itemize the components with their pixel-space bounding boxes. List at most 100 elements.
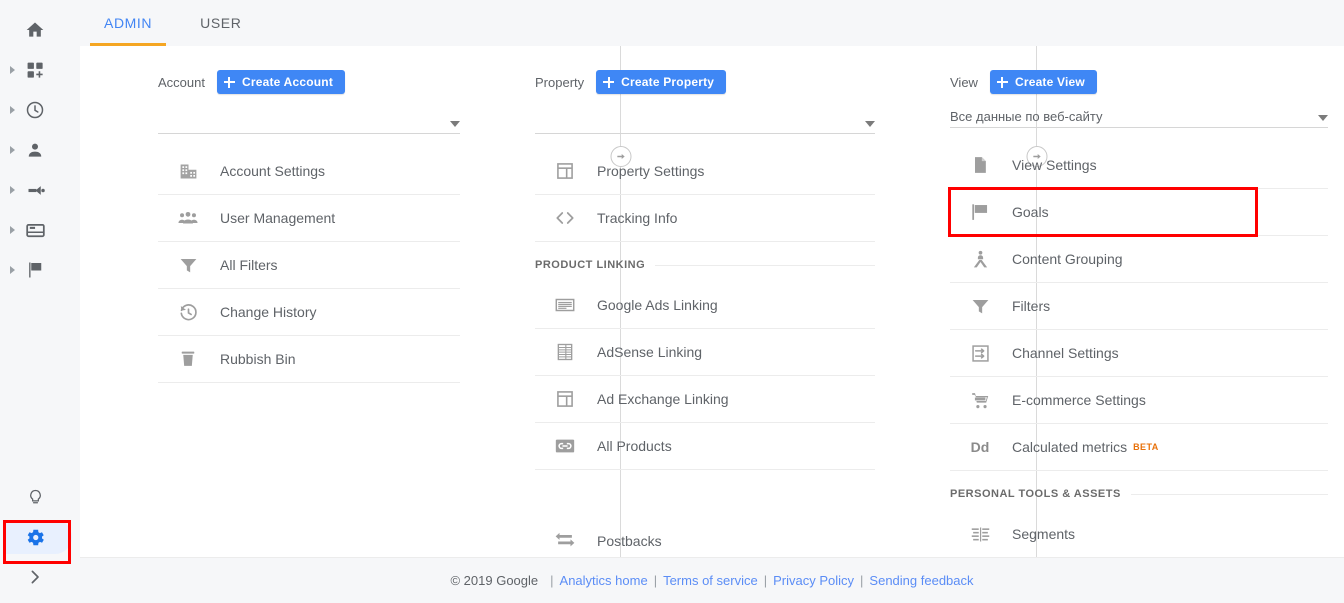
item-label: Property Settings (597, 163, 704, 179)
view-item-view-settings[interactable]: View Settings (950, 142, 1328, 189)
building-icon (176, 159, 200, 183)
funnel-icon (176, 253, 200, 277)
property-label: Property (535, 75, 584, 90)
people-icon (176, 206, 200, 230)
account-item-change-history[interactable]: Change History (158, 289, 460, 336)
plus-icon (224, 77, 235, 88)
property-section-product-linking: PRODUCT LINKING (535, 248, 875, 282)
flag-icon (968, 200, 992, 224)
caret-right-icon (10, 66, 15, 74)
property-menu-spacer (535, 470, 875, 518)
item-label: Calculated metrics (1012, 439, 1127, 455)
sidebar-item-customisation[interactable] (0, 50, 80, 90)
footer-link-analytics-home[interactable]: Analytics home (560, 573, 648, 588)
property-menu: Property Settings Tracking Info PRODUCT … (535, 148, 875, 557)
item-label: Change History (220, 304, 317, 320)
view-item-calculated-metrics[interactable]: Dd Calculated metrics BETA (950, 424, 1328, 471)
footer-separator: | (654, 573, 657, 588)
property-item-ad-exchange-linking[interactable]: Ad Exchange Linking (535, 376, 875, 423)
item-label: Google Ads Linking (597, 297, 718, 313)
sidebar-item-discover[interactable] (0, 477, 80, 517)
property-item-all-products[interactable]: All Products (535, 423, 875, 470)
view-item-content-grouping[interactable]: Content Grouping (950, 236, 1328, 283)
footer-separator: | (764, 573, 767, 588)
view-selector[interactable]: Все данные по веб-сайту (950, 102, 1328, 128)
clock-icon (24, 99, 46, 121)
sidebar-item-acquisition[interactable] (0, 170, 80, 210)
plus-icon (603, 77, 614, 88)
account-column-header: Account Create Account (158, 68, 460, 96)
property-item-adsense-linking[interactable]: AdSense Linking (535, 329, 875, 376)
item-label: Channel Settings (1012, 345, 1119, 361)
item-label: Segments (1012, 526, 1075, 542)
funnel-icon (968, 294, 992, 318)
analytics-admin-page: ADMIN USER Account Create (0, 0, 1344, 603)
property-column-header: Property Create Property (535, 68, 875, 96)
view-item-ecommerce-settings[interactable]: E-commerce Settings (950, 377, 1328, 424)
dashboard-add-icon (24, 59, 46, 81)
create-property-button[interactable]: Create Property (596, 70, 726, 94)
chevron-right-icon (24, 566, 46, 588)
tab-admin[interactable]: ADMIN (80, 0, 176, 46)
share-nodes-icon (24, 179, 46, 201)
home-icon (24, 19, 46, 41)
sidebar-item-audience[interactable] (0, 130, 80, 170)
account-label: Account (158, 75, 205, 90)
section-rule (655, 265, 875, 266)
create-property-label: Create Property (621, 75, 714, 89)
view-item-filters[interactable]: Filters (950, 283, 1328, 330)
account-item-account-settings[interactable]: Account Settings (158, 148, 460, 195)
create-account-label: Create Account (242, 75, 333, 89)
property-item-property-settings[interactable]: Property Settings (535, 148, 875, 195)
item-label: Tracking Info (597, 210, 677, 226)
lightbulb-icon (24, 486, 46, 508)
sidebar-item-home[interactable] (0, 10, 80, 50)
footer-separator: | (860, 573, 863, 588)
footer-link-privacy[interactable]: Privacy Policy (773, 573, 854, 588)
layout-icon (553, 159, 577, 183)
sidebar-item-realtime[interactable] (0, 90, 80, 130)
chevron-down-icon (865, 121, 875, 127)
ad-exchange-icon (553, 387, 577, 411)
footer-link-terms[interactable]: Terms of service (663, 573, 758, 588)
caret-right-icon (10, 226, 15, 234)
sidebar-item-behaviour[interactable] (0, 210, 80, 250)
flag-icon (24, 259, 46, 281)
item-label: All Products (597, 438, 672, 454)
sidebar-item-conversions[interactable] (0, 250, 80, 290)
account-item-all-filters[interactable]: All Filters (158, 242, 460, 289)
view-item-channel-settings[interactable]: Channel Settings (950, 330, 1328, 377)
property-selector[interactable] (535, 108, 875, 134)
account-item-user-management[interactable]: User Management (158, 195, 460, 242)
caret-right-icon (10, 146, 15, 154)
section-rule (1131, 494, 1328, 495)
view-menu: View Settings Goals (950, 142, 1328, 557)
caret-right-icon (10, 186, 15, 194)
create-view-button[interactable]: Create View (990, 70, 1097, 94)
property-item-postbacks[interactable]: Postbacks (535, 518, 875, 557)
item-label: Content Grouping (1012, 251, 1123, 267)
sidebar-item-admin[interactable] (0, 517, 80, 557)
tab-user[interactable]: USER (176, 0, 265, 46)
document-icon (968, 153, 992, 177)
sidebar-item-expand[interactable] (0, 557, 80, 597)
view-item-segments[interactable]: Segments (950, 511, 1328, 557)
code-brackets-icon (553, 206, 577, 230)
trash-icon (176, 347, 200, 371)
property-item-google-ads-linking[interactable]: Google Ads Linking (535, 282, 875, 329)
channel-icon (968, 341, 992, 365)
account-item-rubbish-bin[interactable]: Rubbish Bin (158, 336, 460, 383)
beta-badge: BETA (1133, 442, 1158, 452)
card-icon (24, 219, 46, 241)
item-label: Account Settings (220, 163, 325, 179)
chevron-down-icon (1318, 115, 1328, 121)
caret-right-icon (10, 266, 15, 274)
account-selector[interactable] (158, 108, 460, 134)
property-item-tracking-info[interactable]: Tracking Info (535, 195, 875, 242)
adsense-icon (553, 340, 577, 364)
account-column: Account Create Account (80, 46, 500, 557)
footer-link-feedback[interactable]: Sending feedback (869, 573, 973, 588)
view-item-goals[interactable]: Goals (950, 189, 1328, 236)
create-account-button[interactable]: Create Account (217, 70, 345, 94)
view-selected-value: Все данные по веб-сайту (950, 109, 1102, 124)
